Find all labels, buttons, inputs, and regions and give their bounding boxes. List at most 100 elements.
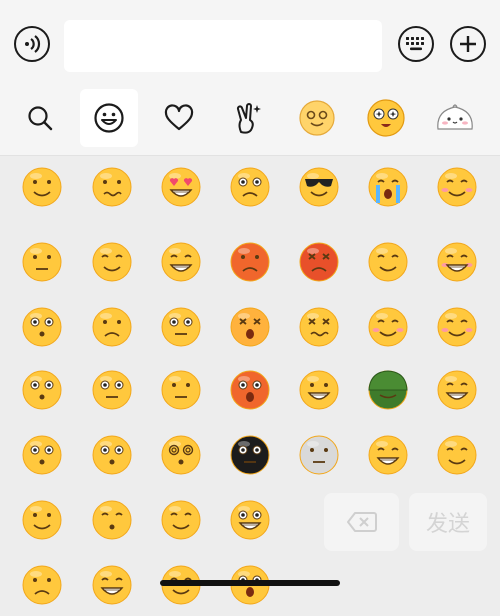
tab-sticker-pack-2[interactable] bbox=[357, 89, 415, 147]
emoji-awkward-icon bbox=[92, 167, 132, 207]
emoji-frying-pan-icon bbox=[368, 435, 408, 475]
emoji-cool[interactable] bbox=[284, 156, 354, 218]
emoji-surprise-icon bbox=[22, 307, 62, 347]
emoji-wide-eye[interactable] bbox=[7, 359, 77, 421]
input-toolbar bbox=[0, 0, 500, 85]
emoji-clench[interactable] bbox=[215, 489, 285, 551]
emoji-question[interactable] bbox=[7, 424, 77, 486]
emoji-sleepy[interactable] bbox=[77, 231, 147, 293]
emoji-sweat-icon bbox=[22, 500, 62, 540]
victory-hand-icon bbox=[236, 103, 261, 134]
emoji-worried-icon bbox=[161, 307, 201, 347]
tab-search[interactable] bbox=[11, 89, 69, 147]
emoji-heart-eyes[interactable] bbox=[146, 156, 216, 218]
emoji-sad[interactable] bbox=[77, 296, 147, 358]
emoji-shy-icon bbox=[437, 167, 477, 207]
search-icon bbox=[28, 106, 53, 131]
emoji-helmet[interactable] bbox=[353, 359, 423, 421]
emoji-awkward[interactable] bbox=[77, 156, 147, 218]
emoji-cry[interactable] bbox=[7, 554, 77, 616]
tab-gestures[interactable] bbox=[219, 89, 277, 147]
emoji-disdain[interactable] bbox=[146, 359, 216, 421]
emoji-wink[interactable] bbox=[353, 231, 423, 293]
emoji-smile[interactable] bbox=[7, 156, 77, 218]
emoji-shush-icon bbox=[92, 435, 132, 475]
emoji-dizzy-icon bbox=[161, 435, 201, 475]
emoji-rofl-icon bbox=[437, 370, 477, 410]
emoji-rofl[interactable] bbox=[422, 359, 492, 421]
emoji-skeleton-icon bbox=[299, 435, 339, 475]
tab-sticker-pack-3[interactable] bbox=[426, 89, 484, 147]
emoji-pray[interactable] bbox=[146, 489, 216, 551]
emoji-giggle-icon bbox=[368, 307, 408, 347]
emoji-laugh-icon bbox=[299, 370, 339, 410]
emoji-furious-icon bbox=[299, 242, 339, 282]
backspace-icon bbox=[346, 512, 377, 532]
emoji-skull-black-icon bbox=[230, 435, 270, 475]
emoji-silent[interactable] bbox=[7, 231, 77, 293]
delete-button[interactable] bbox=[324, 493, 399, 551]
emoji-stare[interactable] bbox=[215, 156, 285, 218]
emoji-category-tabs bbox=[0, 85, 500, 156]
message-input[interactable] bbox=[64, 20, 382, 72]
emoji-crying-icon bbox=[368, 167, 408, 207]
emoji-sweat[interactable] bbox=[7, 489, 77, 551]
emoji-cry-laugh[interactable] bbox=[146, 231, 216, 293]
emoji-chuckle[interactable] bbox=[77, 554, 147, 616]
emoji-wide-eye-icon bbox=[22, 370, 62, 410]
tab-emoji[interactable] bbox=[80, 89, 138, 147]
emoji-skull-black[interactable] bbox=[215, 424, 285, 486]
voice-input-button[interactable] bbox=[14, 26, 50, 62]
emoji-cool-icon bbox=[299, 167, 339, 207]
emoji-worried[interactable] bbox=[146, 296, 216, 358]
emoji-shush[interactable] bbox=[77, 424, 147, 486]
emoji-shy[interactable] bbox=[422, 156, 492, 218]
emoji-surprise[interactable] bbox=[7, 296, 77, 358]
emoji-shock-icon bbox=[230, 370, 270, 410]
send-button-label: 发送 bbox=[425, 512, 470, 537]
emoji-crying[interactable] bbox=[353, 156, 423, 218]
emoji-dizzy[interactable] bbox=[146, 424, 216, 486]
emoji-cry-icon bbox=[22, 565, 62, 605]
emoji-helmet-icon bbox=[368, 370, 408, 410]
emoji-angry-icon bbox=[230, 242, 270, 282]
emoji-thinking-icon bbox=[92, 370, 132, 410]
emoji-cry-laugh-icon bbox=[161, 242, 201, 282]
send-button[interactable]: 发送 bbox=[409, 493, 487, 551]
emoji-smirk[interactable] bbox=[422, 296, 492, 358]
emoji-sleepy-icon bbox=[92, 242, 132, 282]
emoji-giggle[interactable] bbox=[353, 296, 423, 358]
emoji-grin-icon bbox=[437, 242, 477, 282]
voice-input-icon bbox=[25, 35, 41, 53]
emoji-skeleton[interactable] bbox=[284, 424, 354, 486]
emoji-angry[interactable] bbox=[215, 231, 285, 293]
heart-icon bbox=[164, 104, 194, 131]
emoji-heart-eyes-icon bbox=[161, 167, 201, 207]
emoji-facepalm[interactable] bbox=[422, 424, 492, 486]
emoji-question-icon bbox=[22, 435, 62, 475]
emoji-pout-icon bbox=[92, 500, 132, 540]
emoji-wink-icon bbox=[368, 242, 408, 282]
emoji-sick[interactable] bbox=[284, 296, 354, 358]
emoji-laugh[interactable] bbox=[284, 359, 354, 421]
emoji-grin[interactable] bbox=[422, 231, 492, 293]
emoji-frying-pan[interactable] bbox=[353, 424, 423, 486]
emoji-scream-icon bbox=[230, 307, 270, 347]
emoji-clench-icon bbox=[230, 500, 270, 540]
heart-eyes-face-icon bbox=[299, 100, 335, 136]
emoji-smile-icon bbox=[22, 167, 62, 207]
white-blob-face-icon bbox=[437, 104, 473, 130]
emoji-pout[interactable] bbox=[77, 489, 147, 551]
starry-face-icon bbox=[367, 99, 405, 137]
emoji-scream[interactable] bbox=[215, 296, 285, 358]
keyboard-icon bbox=[406, 37, 424, 51]
tab-favorites[interactable] bbox=[150, 89, 208, 147]
emoji-silent-icon bbox=[22, 242, 62, 282]
keyboard-button[interactable] bbox=[398, 26, 434, 62]
more-button[interactable] bbox=[450, 26, 486, 62]
emoji-thinking[interactable] bbox=[77, 359, 147, 421]
tab-sticker-pack-1[interactable] bbox=[288, 89, 346, 147]
emoji-disdain-icon bbox=[161, 370, 201, 410]
emoji-furious[interactable] bbox=[284, 231, 354, 293]
emoji-shock[interactable] bbox=[215, 359, 285, 421]
